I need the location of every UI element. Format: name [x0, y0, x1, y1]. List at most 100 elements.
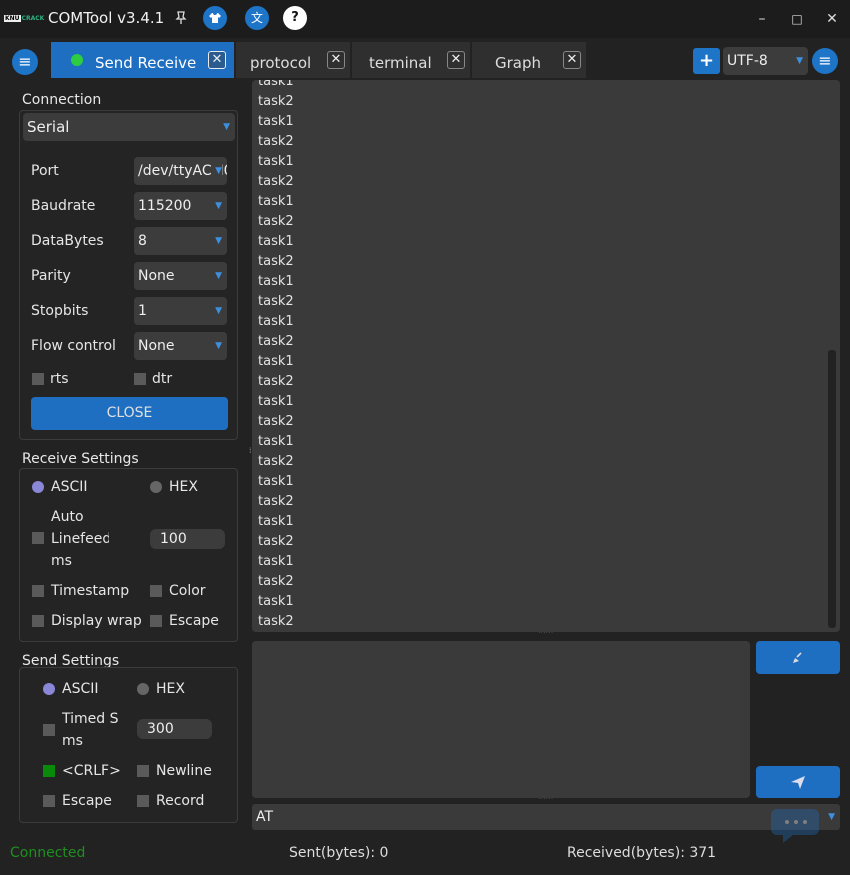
receive-ascii-radio[interactable] — [32, 481, 44, 493]
close-window-button[interactable]: ✕ — [820, 8, 844, 30]
stopbits-select[interactable]: 1 ▼ — [134, 297, 227, 325]
dtr-checkbox[interactable] — [134, 373, 146, 385]
timed-send-checkbox[interactable] — [43, 724, 55, 736]
display-wrap-checkbox[interactable] — [32, 615, 44, 627]
send-escape-checkbox[interactable] — [43, 795, 55, 807]
send-text-area[interactable] — [252, 641, 750, 798]
close-tab-icon[interactable]: ✕ — [208, 51, 226, 69]
flow-control-label: Flow control — [31, 338, 116, 354]
tab-graph[interactable]: Graph ✕ — [472, 42, 586, 78]
send-ascii-label: ASCII — [62, 681, 99, 697]
receive-line: task1 — [258, 194, 294, 209]
chevron-down-icon: ▼ — [828, 812, 835, 822]
parity-select[interactable]: None ▼ — [134, 262, 227, 290]
timed-send-ms-input[interactable]: 300 — [137, 719, 212, 739]
tab-label: Send Receive — [95, 54, 197, 72]
broom-icon[interactable] — [756, 641, 840, 674]
chevron-down-icon: ▼ — [223, 122, 230, 132]
menu-icon[interactable]: ≡ — [812, 48, 838, 74]
shirt-icon[interactable] — [203, 6, 227, 30]
receive-text-area[interactable]: task1 task2 task1 task2 task1 task2 task1 task2… — [252, 80, 840, 632]
crlf-checkbox[interactable] — [43, 765, 55, 777]
timestamp-checkbox[interactable] — [32, 585, 44, 597]
encoding-value: UTF-8 — [727, 53, 768, 69]
receive-line: task2 — [258, 294, 294, 309]
crlf-label: <CRLF> — [62, 763, 121, 779]
tab-label: Graph — [495, 54, 542, 72]
receive-line: task2 — [258, 134, 294, 149]
chevron-down-icon: ▼ — [215, 341, 222, 351]
auto-linefeed-label-line3: ms — [51, 553, 72, 569]
receive-line: task1 — [258, 354, 294, 369]
baudrate-value: 115200 — [138, 198, 192, 214]
tab-terminal[interactable]: terminal ✕ — [352, 42, 470, 78]
receive-line: task1 — [258, 594, 294, 609]
receive-line: task1 — [258, 154, 294, 169]
newline-checkbox[interactable] — [137, 765, 149, 777]
chevron-down-icon: ▼ — [215, 271, 222, 281]
receive-line: task1 — [258, 554, 294, 569]
connection-status-dot — [71, 54, 83, 66]
dtr-label: dtr — [152, 371, 173, 387]
newline-label: Newline — [156, 763, 212, 779]
receive-line: task1 — [258, 474, 294, 489]
baudrate-label: Baudrate — [31, 198, 96, 214]
connection-type-select[interactable]: Serial ▼ — [23, 113, 235, 141]
minimize-button[interactable]: – — [750, 8, 774, 30]
maximize-button[interactable]: □ — [785, 8, 809, 30]
close-tab-icon[interactable]: ✕ — [327, 51, 345, 69]
help-icon[interactable]: ? — [283, 6, 307, 30]
receive-line: task1 — [258, 114, 294, 129]
chevron-down-icon: ▼ — [796, 56, 803, 66]
receive-hex-radio[interactable] — [150, 481, 162, 493]
paper-plane-icon[interactable] — [756, 766, 840, 798]
record-checkbox[interactable] — [137, 795, 149, 807]
add-tab-button[interactable]: + — [693, 48, 720, 74]
command-history-combo[interactable]: AT ▼ — [252, 804, 840, 830]
receive-hex-label: HEX — [169, 479, 198, 495]
rts-checkbox[interactable] — [32, 373, 44, 385]
close-tab-icon[interactable]: ✕ — [563, 51, 581, 69]
command-value: AT — [256, 809, 274, 825]
send-ascii-radio[interactable] — [43, 683, 55, 695]
receive-ascii-label: ASCII — [51, 479, 88, 495]
encoding-select[interactable]: UTF-8 ▼ — [723, 47, 808, 75]
receive-scrollbar[interactable] — [828, 350, 836, 628]
close-port-button[interactable]: CLOSE — [31, 397, 228, 430]
receive-line: task2 — [258, 214, 294, 229]
timed-send-label-line2: ms — [62, 733, 83, 749]
auto-linefeed-ms-input[interactable]: 100 — [150, 529, 225, 549]
display-wrap-label: Display wrap — [51, 613, 142, 629]
timed-send-label-line1: Timed S — [62, 711, 119, 727]
auto-linefeed-checkbox[interactable] — [32, 532, 44, 544]
stopbits-label: Stopbits — [31, 303, 89, 319]
port-select[interactable]: /dev/ttyACM0 ▼ — [134, 157, 227, 185]
databytes-label: DataBytes — [31, 233, 104, 249]
chat-icon — [771, 795, 821, 851]
receive-line: task2 — [258, 574, 294, 589]
receive-line: task1 — [258, 80, 294, 89]
title-bar: KNU CRACK COMTool v3.4.1 文 ? – □ ✕ — [0, 0, 850, 38]
stopbits-value: 1 — [138, 303, 147, 319]
receive-escape-checkbox[interactable] — [150, 615, 162, 627]
send-hex-label: HEX — [156, 681, 185, 697]
translate-icon[interactable]: 文 — [245, 6, 269, 30]
color-checkbox[interactable] — [150, 585, 162, 597]
receive-line: task1 — [258, 234, 294, 249]
menu-icon[interactable]: ≡ — [12, 49, 38, 75]
receive-line: task1 — [258, 394, 294, 409]
databytes-select[interactable]: 8 ▼ — [134, 227, 227, 255]
flow-control-select[interactable]: None ▼ — [134, 332, 227, 360]
pin-icon[interactable] — [169, 6, 193, 30]
chevron-down-icon: ▼ — [215, 201, 222, 211]
send-escape-label: Escape — [62, 793, 112, 809]
parity-value: None — [138, 268, 175, 284]
receive-line: task2 — [258, 254, 294, 269]
send-hex-radio[interactable] — [137, 683, 149, 695]
close-tab-icon[interactable]: ✕ — [447, 51, 465, 69]
receive-line: task2 — [258, 454, 294, 469]
tab-send-receive[interactable]: Send Receive ✕ — [51, 42, 234, 78]
baudrate-select[interactable]: 115200 ▼ — [134, 192, 227, 220]
tab-protocol[interactable]: protocol ✕ — [236, 42, 350, 78]
connection-status-text: Connected — [10, 845, 86, 861]
